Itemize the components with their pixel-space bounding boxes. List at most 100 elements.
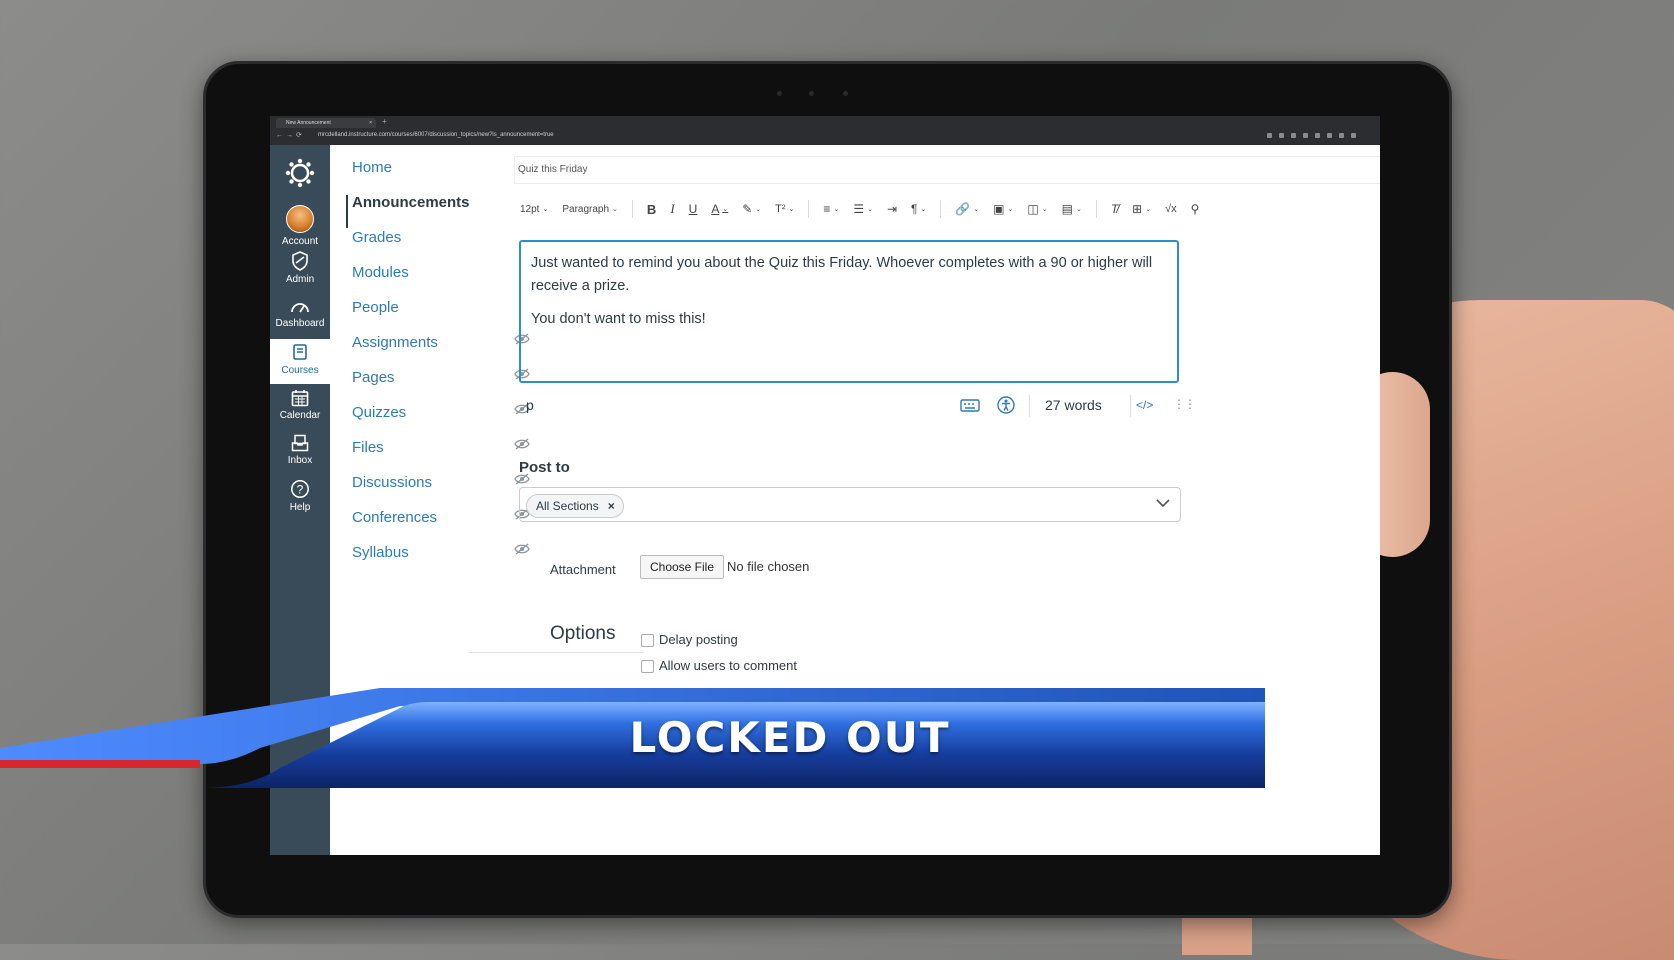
nav-admin[interactable]: Admin [270, 251, 330, 295]
section-chip-label: All Sections [536, 499, 599, 513]
table-icon[interactable]: ⊞ ⌄ [1132, 202, 1151, 216]
options-label: Options [550, 623, 616, 644]
course-nav-grades[interactable]: Grades [352, 229, 401, 246]
text-color-icon[interactable]: A ⌄ [711, 202, 728, 216]
link-icon[interactable]: 🔗 ⌄ [955, 202, 979, 216]
underline-icon[interactable]: U [689, 202, 698, 216]
browser-extension-icons[interactable] [1267, 133, 1372, 138]
chevron-down-icon[interactable] [1156, 498, 1170, 508]
nav-calendar-label: Calendar [279, 410, 321, 421]
course-nav-discussions[interactable]: Discussions [352, 474, 432, 491]
options-divider [469, 652, 644, 653]
course-nav-quizzes[interactable]: Quizzes [352, 404, 406, 421]
superscript-icon[interactable]: T² ⌄ [775, 203, 794, 215]
course-nav-pages[interactable]: Pages [352, 369, 395, 386]
remove-chip-icon[interactable]: × [608, 495, 615, 517]
current-item-indicator [346, 195, 348, 228]
block-format-select[interactable]: Paragraph ⌄ [562, 204, 618, 215]
nav-calendar[interactable]: Calendar [270, 389, 330, 433]
help-icon: ? [291, 480, 309, 498]
editor-paragraph: You don't want to miss this! [531, 311, 706, 327]
nav-help[interactable]: ? Help [270, 479, 330, 523]
post-to-label: Post to [519, 459, 570, 476]
section-chip[interactable]: All Sections × [526, 494, 624, 518]
clear-format-icon[interactable]: T̸ [1111, 202, 1118, 216]
choose-file-button[interactable]: Choose File [640, 555, 724, 579]
block-format-value: Paragraph [562, 203, 610, 215]
file-status: No file chosen [727, 559, 810, 574]
course-nav-files[interactable]: Files [352, 439, 384, 456]
course-nav-people[interactable]: People [352, 299, 399, 316]
document-icon[interactable]: ▤ ⌄ [1062, 202, 1082, 216]
word-count: 27 words [1045, 397, 1102, 413]
accessibility-icon[interactable] [997, 396, 1015, 414]
toolbar-divider [808, 200, 810, 218]
address-bar[interactable]: mrcdelland.instructure.com/courses/6007/… [318, 130, 1218, 141]
svg-text:?: ? [297, 483, 304, 497]
canvas-logo-icon[interactable] [284, 157, 316, 189]
course-nav-modules[interactable]: Modules [352, 264, 409, 281]
course-nav-syllabus[interactable]: Syllabus [352, 544, 409, 561]
html-editor-toggle-icon[interactable]: </> [1136, 398, 1153, 412]
nav-courses-label: Courses [281, 365, 319, 376]
nav-account[interactable]: Account [270, 201, 330, 247]
toolbar-divider [940, 200, 942, 218]
tab-title: New Announcement [286, 120, 331, 126]
announcement-title-input[interactable]: Quiz this Friday [514, 156, 1380, 184]
equation-icon[interactable]: √x [1165, 203, 1177, 215]
element-path[interactable]: p [526, 397, 534, 413]
image-icon[interactable]: ▣ ⌄ [993, 202, 1013, 216]
course-nav-home[interactable]: Home [352, 159, 392, 176]
book-icon [293, 344, 307, 360]
bold-icon[interactable]: B [647, 202, 656, 217]
toolbar-divider [631, 200, 633, 218]
font-size-select[interactable]: 12pt ⌄ [520, 204, 548, 215]
allow-comments-checkbox[interactable] [641, 660, 654, 673]
indent-icon[interactable]: ⇥ [887, 202, 897, 216]
align-icon[interactable]: ≡ ⌄ [823, 202, 839, 216]
nav-courses[interactable]: Courses [270, 339, 330, 384]
camera-dot [809, 91, 814, 96]
rce-editor[interactable]: Just wanted to remind you about the Quiz… [519, 240, 1179, 383]
status-divider [1029, 395, 1030, 417]
camera-dot [777, 91, 782, 96]
highlight-icon[interactable]: ✎ ⌄ [742, 202, 761, 216]
avatar [286, 205, 314, 233]
editor-paragraph: Just wanted to remind you about the Quiz… [531, 255, 1153, 294]
calendar-icon [291, 390, 309, 407]
font-size-value: 12pt [520, 203, 540, 215]
delay-posting-checkbox[interactable] [641, 634, 654, 647]
resize-handle-icon[interactable]: ⋮⋮ [1173, 397, 1196, 411]
nav-dashboard-label: Dashboard [275, 318, 325, 329]
banner-headline: LOCKED OUT [629, 713, 951, 762]
paragraph-direction-icon[interactable]: ¶ ⌄ [911, 202, 926, 216]
tab-close-icon[interactable]: × [369, 118, 372, 128]
toolbar-divider [1095, 200, 1097, 218]
delay-posting-label: Delay posting [659, 632, 738, 647]
rce-status-bar: p 27 words </> ⋮⋮ [519, 395, 1196, 417]
browser-tab[interactable]: New Announcement × [276, 118, 376, 128]
keyboard-icon[interactable] [960, 398, 980, 412]
status-divider [1130, 395, 1131, 417]
course-nav-assignments[interactable]: Assignments [352, 334, 438, 351]
speedometer-icon [291, 303, 309, 313]
new-tab-button[interactable]: + [382, 117, 387, 126]
attachment-label: Attachment [550, 562, 616, 577]
media-icon[interactable]: ◫ ⌄ [1027, 202, 1047, 216]
hidden-eye-icon [514, 438, 530, 450]
italic-icon[interactable]: I [670, 201, 674, 217]
course-nav-conferences[interactable]: Conferences [352, 509, 437, 526]
browser-chrome: New Announcement × + ←→⟳ mrcdelland.inst… [270, 116, 1380, 145]
nav-inbox[interactable]: Inbox [270, 434, 330, 478]
course-nav-announcements[interactable]: Announcements [352, 194, 470, 211]
nav-help-label: Help [289, 502, 311, 513]
nav-dashboard[interactable]: Dashboard [270, 297, 330, 341]
chevron-down-icon: ⌄ [612, 206, 618, 213]
browser-nav-buttons[interactable]: ←→⟳ [276, 131, 305, 139]
rce-toolbar: 12pt ⌄ Paragraph ⌄ B I U A ⌄ ✎ ⌄ T² ⌄ ≡ ⌄ ☰ ⌄ ⇥… [520, 199, 1260, 219]
lti-tools-icon[interactable]: ⚲ [1191, 202, 1200, 216]
list-icon[interactable]: ☰ ⌄ [853, 202, 873, 216]
hidden-eye-icon [514, 543, 530, 555]
sections-select[interactable]: All Sections × [519, 487, 1181, 522]
nav-account-label: Account [281, 236, 319, 247]
